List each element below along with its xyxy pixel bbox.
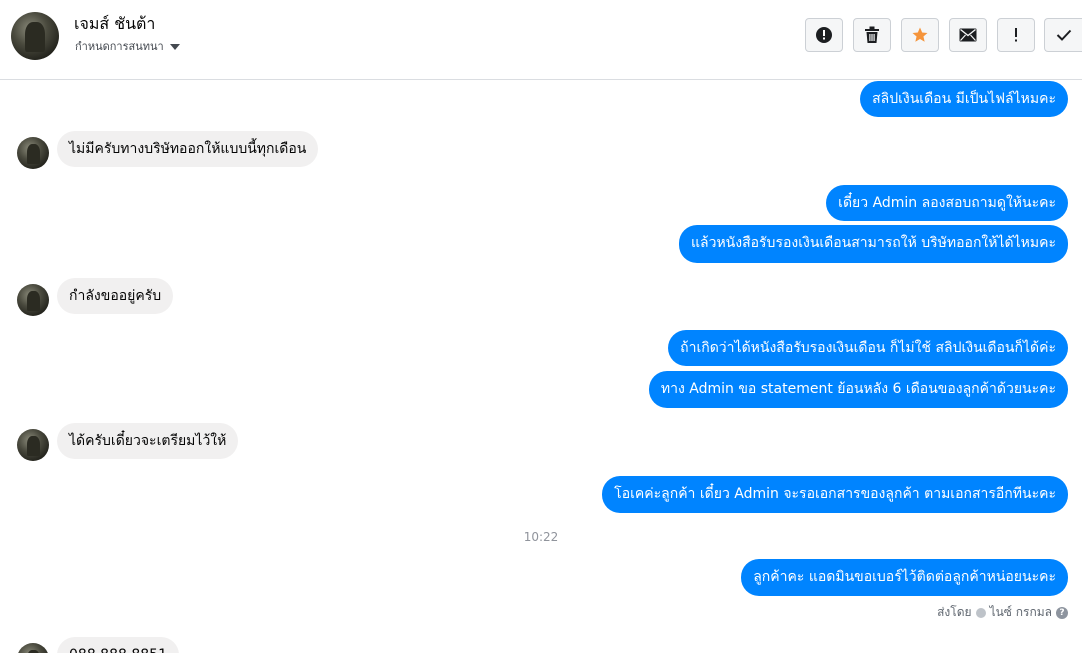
outgoing-message[interactable]: ทาง Admin ขอ statement ย้อนหลัง 6 เดือนข… [648, 371, 1068, 408]
delete-button[interactable] [853, 18, 891, 52]
exclamation-icon [1015, 28, 1017, 42]
spam-button[interactable] [805, 18, 843, 52]
incoming-message[interactable]: กำลังขออยู่ครับ [57, 278, 174, 314]
conversation-settings-label: กำหนดการสนทนา [75, 40, 164, 53]
sent-by-prefix: ส่งโดย [937, 605, 972, 619]
outgoing-message[interactable]: ถ้าเกิดว่าได้หนังสือรับรองเงินเดือน ก็ไม… [668, 330, 1068, 366]
outgoing-message[interactable]: เดี๋ยว Admin ลองสอบถามดูให้นะคะ [826, 185, 1068, 221]
trash-icon [865, 26, 879, 43]
outgoing-message[interactable]: โอเคค่ะลูกค้า เดี๋ยว Admin จะรอเอกสารของ… [602, 476, 1068, 513]
verified-check-icon [975, 607, 986, 618]
help-icon[interactable]: ? [1056, 606, 1068, 619]
message-thread[interactable]: สลิปเงินเดือน มีเป็นไฟล์ไหมคะ ไม่มีครับท… [0, 81, 1082, 653]
message-timestamp: 10:22 [523, 530, 559, 544]
incoming-message[interactable]: ได้ครับเดี๋ยวจะเตรียมไว้ให้ [57, 423, 239, 459]
contact-avatar-small [17, 284, 49, 316]
sent-by-label: ส่งโดย ไนซ์ กรกมล ? [937, 603, 1068, 622]
contact-name[interactable]: เจมส์ ชันต้า [74, 12, 155, 37]
alert-circle-icon [816, 27, 832, 43]
contact-avatar-small [17, 429, 49, 461]
star-button[interactable] [901, 18, 939, 52]
contact-avatar[interactable] [11, 12, 59, 60]
mark-done-button[interactable] [1044, 18, 1082, 52]
sent-by-name[interactable]: ไนซ์ กรกมล [990, 603, 1052, 622]
outgoing-message[interactable]: ลูกค้าคะ แอดมินขอเบอร์ไว้ติดต่อลูกค้าหน่… [741, 559, 1068, 596]
outgoing-message[interactable]: สลิปเงินเดือน มีเป็นไฟล์ไหมคะ [860, 81, 1068, 117]
contact-avatar-small [17, 137, 49, 169]
incoming-message[interactable]: ไม่มีครับทางบริษัทออกให้แบบนี้ทุกเดือน [57, 131, 319, 167]
checkmark-icon [1056, 29, 1071, 41]
mark-unread-button[interactable] [949, 18, 987, 52]
follow-up-button[interactable] [997, 18, 1035, 52]
caret-down-icon [169, 44, 180, 50]
star-icon [912, 27, 928, 42]
outgoing-message[interactable]: แล้วหนังสือรับรองเงินเดือนสามารถให้ บริษ… [678, 225, 1068, 263]
contact-avatar-small [17, 643, 49, 653]
incoming-message[interactable]: 088 888 8851 [57, 637, 179, 653]
envelope-icon [959, 28, 977, 42]
conversation-settings-dropdown[interactable]: กำหนดการสนทนา [75, 37, 180, 55]
conversation-header: เจมส์ ชันต้า กำหนดการสนทนา [0, 0, 1082, 80]
